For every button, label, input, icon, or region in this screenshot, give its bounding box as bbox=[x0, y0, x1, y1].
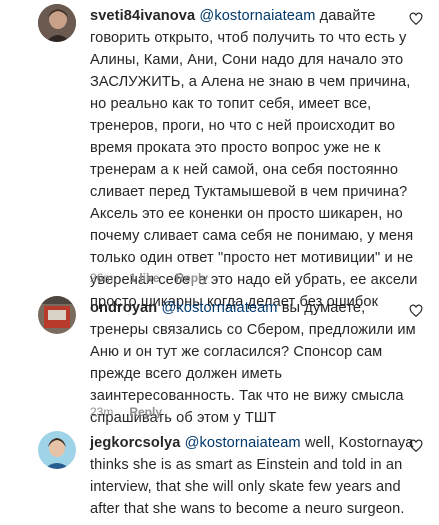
heart-icon[interactable] bbox=[409, 12, 423, 26]
user-photo bbox=[38, 296, 76, 334]
comment-text: sveti84ivanova @kostornaiateam давайте г… bbox=[90, 5, 422, 313]
comment-meta: 26m 1 like Reply bbox=[90, 271, 208, 285]
user-photo bbox=[38, 4, 76, 42]
avatar[interactable] bbox=[38, 431, 76, 469]
comment-username[interactable]: ondroyan bbox=[90, 300, 157, 316]
comment-likes[interactable]: 1 like bbox=[129, 271, 159, 285]
comment-time[interactable]: 26m bbox=[90, 271, 113, 285]
reply-button[interactable]: Reply bbox=[129, 405, 162, 419]
avatar[interactable] bbox=[38, 296, 76, 334]
user-photo bbox=[38, 431, 76, 469]
comment-username[interactable]: sveti84ivanova bbox=[90, 8, 195, 24]
heart-icon[interactable] bbox=[409, 304, 423, 318]
comment-mention[interactable]: @kostornaiateam bbox=[199, 8, 315, 24]
avatar[interactable] bbox=[38, 4, 76, 42]
comment-text: jegkorcsolya @kostornaiateam well, Kosto… bbox=[90, 432, 422, 520]
comment-mention[interactable]: @kostornaiateam bbox=[161, 300, 277, 316]
reply-button[interactable]: Reply bbox=[175, 271, 208, 285]
comment-body: давайте говорить открыто, чтоб получить … bbox=[90, 8, 418, 310]
comment-username[interactable]: jegkorcsolya bbox=[90, 435, 180, 451]
comment-mention[interactable]: @kostornaiateam bbox=[185, 435, 301, 451]
comment-meta: 23m Reply bbox=[90, 405, 162, 419]
comment-time[interactable]: 23m bbox=[90, 405, 113, 419]
heart-icon[interactable] bbox=[409, 439, 423, 453]
